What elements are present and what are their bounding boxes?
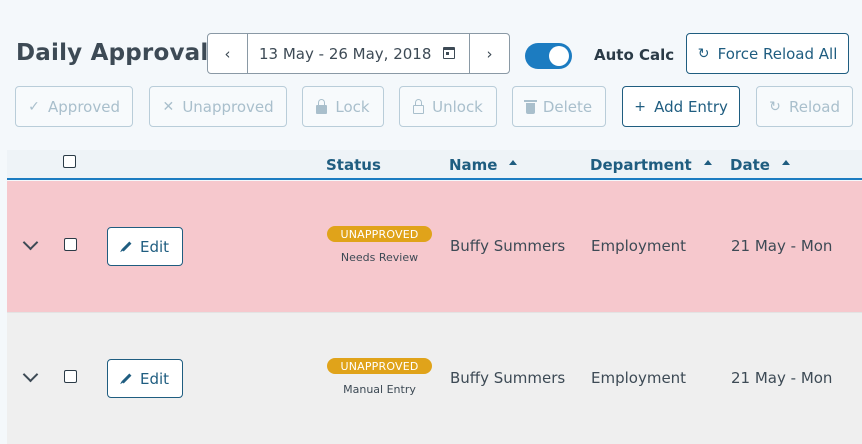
department-cell: Employment bbox=[591, 369, 687, 387]
unlock-icon bbox=[413, 98, 425, 114]
select-all-checkbox[interactable] bbox=[63, 155, 76, 168]
department-header-label: Department bbox=[590, 156, 692, 174]
calendar-icon[interactable] bbox=[443, 47, 455, 59]
column-header-department[interactable]: Department bbox=[590, 156, 712, 174]
reload-button[interactable]: ↻ Reload bbox=[756, 86, 853, 127]
table-header: Status Name Department Date bbox=[7, 150, 862, 180]
name-cell: Buffy Summers bbox=[450, 369, 566, 387]
prev-period-button[interactable]: ‹ bbox=[208, 34, 248, 73]
auto-calc-toggle[interactable] bbox=[525, 43, 572, 69]
reload-label: Reload bbox=[788, 97, 841, 116]
trash-icon bbox=[523, 99, 537, 114]
row-checkbox[interactable] bbox=[64, 370, 77, 383]
expand-chevron-icon[interactable] bbox=[22, 234, 39, 251]
force-reload-all-button[interactable]: ↻ Force Reload All bbox=[686, 33, 849, 74]
name-cell: Buffy Summers bbox=[450, 237, 566, 255]
table-row: Edit UNAPPROVED Needs Review Buffy Summe… bbox=[7, 181, 862, 313]
page-title: Daily Approval bbox=[16, 40, 209, 66]
refresh-icon: ↻ bbox=[769, 98, 781, 115]
add-entry-label: Add Entry bbox=[654, 97, 728, 116]
pencil-icon bbox=[121, 241, 132, 252]
status-badge: UNAPPROVED bbox=[327, 358, 432, 374]
next-period-button[interactable]: › bbox=[469, 34, 509, 73]
approved-button[interactable]: ✓ Approved bbox=[15, 86, 133, 127]
x-icon: ✕ bbox=[162, 98, 175, 115]
edit-button[interactable]: Edit bbox=[107, 227, 183, 266]
auto-calc-label: Auto Calc bbox=[594, 46, 675, 64]
date-header-label: Date bbox=[730, 156, 770, 174]
column-header-status[interactable]: Status bbox=[326, 156, 381, 174]
edit-label: Edit bbox=[139, 237, 170, 256]
department-cell: Employment bbox=[591, 237, 687, 255]
sort-asc-icon bbox=[781, 159, 790, 165]
name-header-label: Name bbox=[449, 156, 498, 174]
sort-asc-icon bbox=[509, 159, 518, 165]
sort-asc-icon bbox=[703, 159, 712, 165]
unlock-button[interactable]: Unlock bbox=[399, 86, 497, 127]
check-icon: ✓ bbox=[28, 98, 40, 115]
status-note: Manual Entry bbox=[343, 383, 416, 396]
refresh-icon: ↻ bbox=[697, 45, 710, 62]
unapproved-label: Unapproved bbox=[182, 97, 274, 116]
delete-label: Delete bbox=[542, 97, 593, 116]
column-header-date[interactable]: Date bbox=[730, 156, 790, 174]
column-header-name[interactable]: Name bbox=[449, 156, 518, 174]
expand-chevron-icon[interactable] bbox=[22, 366, 39, 383]
date-cell: 21 May - Mon bbox=[731, 369, 833, 387]
unlock-label: Unlock bbox=[432, 97, 483, 116]
lock-button[interactable]: Lock bbox=[302, 86, 384, 127]
unapproved-button[interactable]: ✕ Unapproved bbox=[149, 86, 287, 127]
delete-button[interactable]: Delete bbox=[512, 86, 606, 127]
date-range-text: 13 May - 26 May, 2018 bbox=[259, 44, 432, 63]
date-range-field[interactable]: 13 May - 26 May, 2018 bbox=[248, 34, 469, 73]
add-entry-button[interactable]: + Add Entry bbox=[622, 86, 740, 127]
plus-icon: + bbox=[634, 98, 646, 115]
date-cell: 21 May - Mon bbox=[731, 237, 833, 255]
status-badge: UNAPPROVED bbox=[327, 226, 432, 242]
toggle-knob bbox=[549, 46, 569, 66]
status-header-label: Status bbox=[326, 156, 381, 174]
table-row: Edit UNAPPROVED Manual Entry Buffy Summe… bbox=[7, 313, 862, 444]
status-note: Needs Review bbox=[340, 251, 419, 264]
force-reload-all-label: Force Reload All bbox=[717, 44, 838, 63]
row-checkbox[interactable] bbox=[64, 238, 77, 251]
date-range-picker: ‹ 13 May - 26 May, 2018 › bbox=[207, 33, 510, 74]
pencil-icon bbox=[121, 373, 132, 384]
lock-icon bbox=[316, 98, 328, 114]
edit-button[interactable]: Edit bbox=[107, 359, 183, 398]
lock-label: Lock bbox=[335, 97, 370, 116]
approved-label: Approved bbox=[48, 97, 120, 116]
edit-label: Edit bbox=[139, 369, 170, 388]
